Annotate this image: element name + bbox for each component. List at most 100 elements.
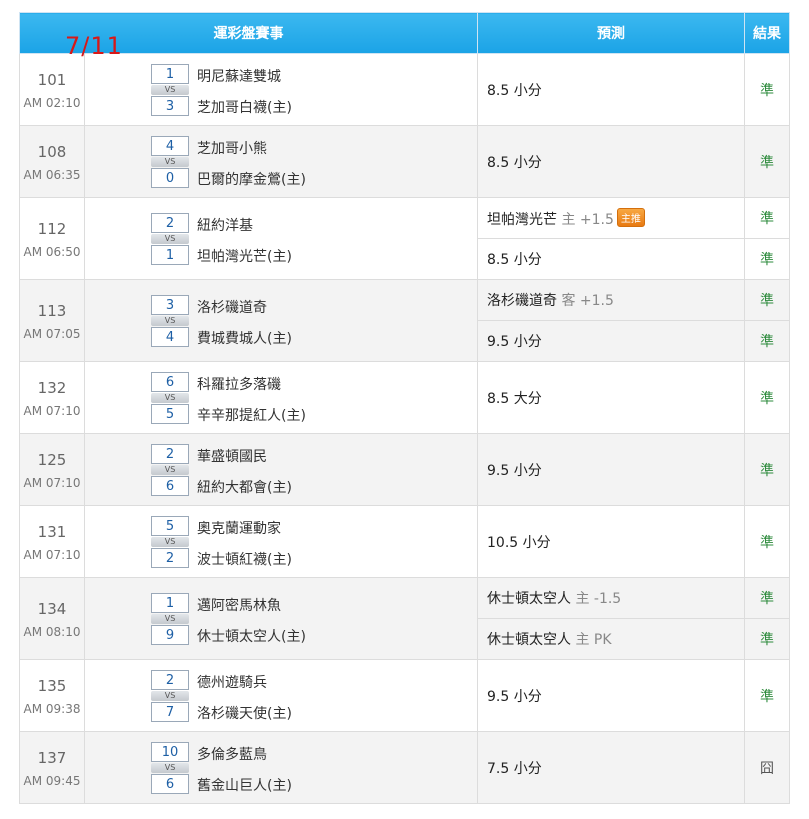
prediction-text: 洛杉磯道奇: [487, 293, 557, 309]
score-box: 2 VS 7: [151, 670, 189, 722]
table-row: 132 AM 07:10 6 VS 5 科羅拉多落磯 辛辛那提紅人(主) 8.5 大分 準: [19, 361, 790, 434]
prediction-text: 8.5 小分: [487, 252, 542, 268]
matchup-cell: 3 VS 4 洛杉磯道奇 費城費城人(主): [84, 279, 478, 362]
prediction-cell: 7.5 小分: [477, 731, 745, 804]
score-box: 1 VS 9: [151, 593, 189, 645]
game-number: 134: [37, 599, 67, 618]
score-box: 2 VS 1: [151, 213, 189, 265]
game-id-cell: 108 AM 06:35: [19, 125, 85, 198]
home-team: 舊金山巨人(主): [197, 778, 292, 794]
result-cell: 準: [744, 505, 790, 578]
games-body: 101 AM 02:10 1 VS 3 明尼蘇達雙城 芝加哥白襪(主) 8.5 小分準 108 A…: [19, 53, 790, 804]
prediction-text: 休士頓太空人: [487, 591, 571, 607]
result-cell: 準: [744, 577, 790, 619]
result-cell: 準: [744, 53, 790, 126]
game-number: 112: [37, 219, 67, 238]
matchup-cell: 1 VS 9 邁阿密馬林魚 休士頓太空人(主): [84, 577, 478, 660]
table-row: 125 AM 07:10 2 VS 6 華盛頓國民 紐約大都會(主) 9.5 小分 準: [19, 433, 790, 506]
result-cell: 準: [744, 361, 790, 434]
featured-pick-badge: 主推: [616, 207, 645, 227]
prediction-text: 7.5 小分: [487, 760, 542, 777]
score-box: 2 VS 6: [151, 444, 189, 496]
home-team: 波士頓紅襪(主): [197, 552, 292, 568]
prediction-cell: 9.5 小分: [477, 320, 745, 362]
vs-label: VS: [151, 316, 189, 326]
away-score: 4: [151, 136, 189, 156]
prediction-text: 9.5 小分: [487, 462, 542, 479]
game-id-cell: 134 AM 08:10: [19, 577, 85, 660]
score-box: 1 VS 3: [151, 64, 189, 116]
away-team: 明尼蘇達雙城: [197, 69, 281, 85]
prediction-cell: 坦帕灣光芒 主 +1.5 主推: [477, 197, 745, 239]
result-cell: 準: [744, 197, 790, 239]
prediction-side: 主 +1.5: [561, 211, 614, 228]
date-overlay: 7/11: [65, 32, 123, 60]
game-time: AM 06:50: [23, 244, 81, 259]
prediction-cell: 8.5 小分: [477, 53, 745, 126]
table-row: 108 AM 06:35 4 VS 0 芝加哥小熊 巴爾的摩金鶯(主) 8.5 小分 準: [19, 125, 790, 198]
prediction-cell: 8.5 小分: [477, 125, 745, 198]
matchup-cell: 2 VS 7 德州遊騎兵 洛杉磯天使(主): [84, 659, 478, 732]
result-cell: 準: [744, 320, 790, 362]
game-id-cell: 135 AM 09:38: [19, 659, 85, 732]
prediction-cell: 休士頓太空人 主 PK: [477, 618, 745, 660]
away-score: 2: [151, 213, 189, 233]
prediction-side: 客 +1.5: [561, 293, 614, 309]
table-row: 112 AM 06:50 2 VS 1 紐約洋基 坦帕灣光芒(主) 坦帕灣光芒 主 +1.5 主…: [19, 197, 790, 280]
home-score: 0: [151, 168, 189, 188]
home-team: 紐約大都會(主): [197, 480, 292, 496]
prediction-cell: 休士頓太空人 主 -1.5: [477, 577, 745, 619]
home-score: 7: [151, 702, 189, 722]
table-row: 137 AM 09:45 10 VS 6 多倫多藍鳥 舊金山巨人(主) 7.5 小分 囧: [19, 731, 790, 804]
game-id-cell: 113 AM 07:05: [19, 279, 85, 362]
away-score: 6: [151, 372, 189, 392]
away-score: 3: [151, 295, 189, 315]
away-team: 紐約洋基: [197, 218, 253, 234]
game-time: AM 07:05: [23, 326, 81, 341]
header-prediction: 預測: [477, 12, 745, 54]
prediction-cell: 9.5 小分: [477, 433, 745, 506]
score-box: 10 VS 6: [151, 742, 189, 794]
table-row: 131 AM 07:10 5 VS 2 奧克蘭運動家 波士頓紅襪(主) 10.5 小分 準: [19, 505, 790, 578]
vs-label: VS: [151, 537, 189, 547]
home-score: 4: [151, 327, 189, 347]
away-team: 華盛頓國民: [197, 449, 267, 465]
home-score: 3: [151, 96, 189, 116]
away-score: 10: [151, 742, 189, 762]
table-row: 135 AM 09:38 2 VS 7 德州遊騎兵 洛杉磯天使(主) 9.5 小分 準: [19, 659, 790, 732]
away-team: 德州遊騎兵: [197, 675, 267, 691]
home-score: 6: [151, 476, 189, 496]
game-id-cell: 137 AM 09:45: [19, 731, 85, 804]
prediction-text: 8.5 大分: [487, 390, 542, 407]
away-score: 1: [151, 64, 189, 84]
home-score: 5: [151, 404, 189, 424]
vs-label: VS: [151, 614, 189, 624]
result-cell: 準: [744, 659, 790, 732]
matchup-cell: 2 VS 6 華盛頓國民紐約大都會(主): [84, 433, 478, 506]
score-box: 6 VS 5: [151, 372, 189, 424]
game-id-cell: 132 AM 07:10: [19, 361, 85, 434]
game-number: 137: [37, 748, 67, 767]
home-score: 9: [151, 625, 189, 645]
score-box: 4 VS 0: [151, 136, 189, 188]
home-score: 2: [151, 548, 189, 568]
score-box: 5 VS 2: [151, 516, 189, 568]
game-id-cell: 112 AM 06:50: [19, 197, 85, 280]
away-team: 邁阿密馬林魚: [197, 598, 281, 614]
game-time: AM 09:45: [23, 773, 81, 788]
result-cell: 準: [744, 279, 790, 321]
game-number: 131: [37, 522, 67, 541]
table-row: 134 AM 08:10 1 VS 9 邁阿密馬林魚 休士頓太空人(主) 休士頓太空人 主 -…: [19, 577, 790, 660]
vs-label: VS: [151, 157, 189, 167]
away-score: 5: [151, 516, 189, 536]
home-score: 1: [151, 245, 189, 265]
away-team: 洛杉磯道奇: [197, 300, 267, 316]
game-number: 135: [37, 676, 67, 695]
matchup-cell: 5 VS 2 奧克蘭運動家 波士頓紅襪(主): [84, 505, 478, 578]
away-team: 芝加哥小熊: [197, 141, 267, 157]
game-time: AM 06:35: [23, 167, 81, 182]
away-team: 科羅拉多落磯: [197, 377, 281, 393]
game-number: 113: [37, 301, 67, 320]
game-id-cell: 131 AM 07:10: [19, 505, 85, 578]
table-row: 113 AM 07:05 3 VS 4 洛杉磯道奇 費城費城人(主) 洛杉磯道奇 客 +1.5…: [19, 279, 790, 362]
